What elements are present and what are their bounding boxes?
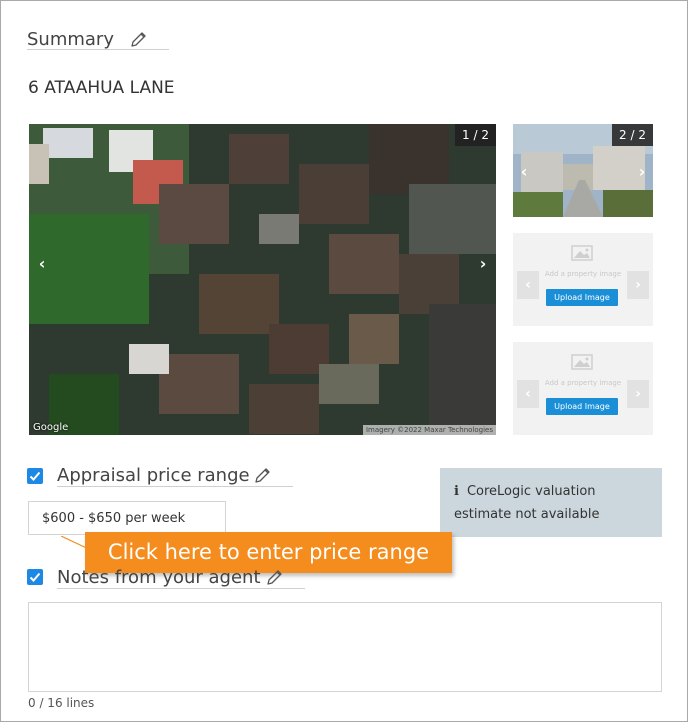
chevron-left-icon[interactable]: ‹	[515, 162, 533, 181]
main-photo-counter: 1 / 2	[455, 124, 496, 146]
corelogic-info-panel: i CoreLogic valuation estimate not availa…	[440, 468, 662, 537]
property-address: 6 ATAAHUA LANE	[28, 78, 175, 98]
pencil-icon[interactable]	[265, 567, 285, 587]
pencil-icon[interactable]	[129, 29, 149, 49]
summary-divider	[27, 49, 169, 50]
summary-title: Summary	[27, 29, 114, 50]
notes-checkbox[interactable]	[27, 569, 43, 585]
appraisal-divider	[57, 486, 293, 487]
thumbnail-counter: 2 / 2	[612, 124, 653, 146]
image-placeholder: ‹ › Add a property image Upload Image	[513, 342, 653, 435]
image-icon	[571, 245, 593, 261]
thumbnail-property-photo[interactable]: 2 / 2 ‹ ›	[513, 124, 653, 217]
line-counter: 0 / 16 lines	[28, 696, 95, 710]
main-property-photo[interactable]: 1 / 2 ‹ › Google Imagery ©2022 Maxar Tec…	[29, 124, 496, 435]
chevron-left-icon[interactable]: ‹	[33, 254, 51, 273]
notes-textarea[interactable]	[28, 602, 662, 692]
appraisal-checkbox[interactable]	[27, 468, 43, 484]
imagery-credit: Imagery ©2022 Maxar Technologies	[362, 425, 496, 435]
upload-image-button[interactable]: Upload Image	[546, 398, 618, 415]
corelogic-text: CoreLogic valuation estimate not availab…	[454, 484, 600, 522]
pencil-icon[interactable]	[253, 465, 273, 485]
image-placeholder: ‹ › Add a property image Upload Image	[513, 233, 653, 326]
info-icon: i	[454, 484, 459, 499]
upload-image-button[interactable]: Upload Image	[546, 289, 618, 306]
chevron-right-icon[interactable]: ›	[633, 162, 651, 181]
placeholder-text: Add a property image	[544, 270, 622, 278]
chevron-right-icon[interactable]: ›	[474, 254, 492, 273]
price-range-input[interactable]: $600 - $650 per week	[28, 501, 226, 535]
image-icon	[571, 354, 593, 370]
notes-label: Notes from your agent	[57, 567, 261, 588]
notes-divider	[57, 588, 305, 589]
summary-panel: Summary 6 ATAAHUA LANE 1 / 2 ‹ › Google …	[0, 0, 688, 722]
placeholder-text: Add a property image	[544, 379, 622, 387]
google-logo: Google	[33, 422, 69, 433]
appraisal-label: Appraisal price range	[57, 465, 250, 486]
